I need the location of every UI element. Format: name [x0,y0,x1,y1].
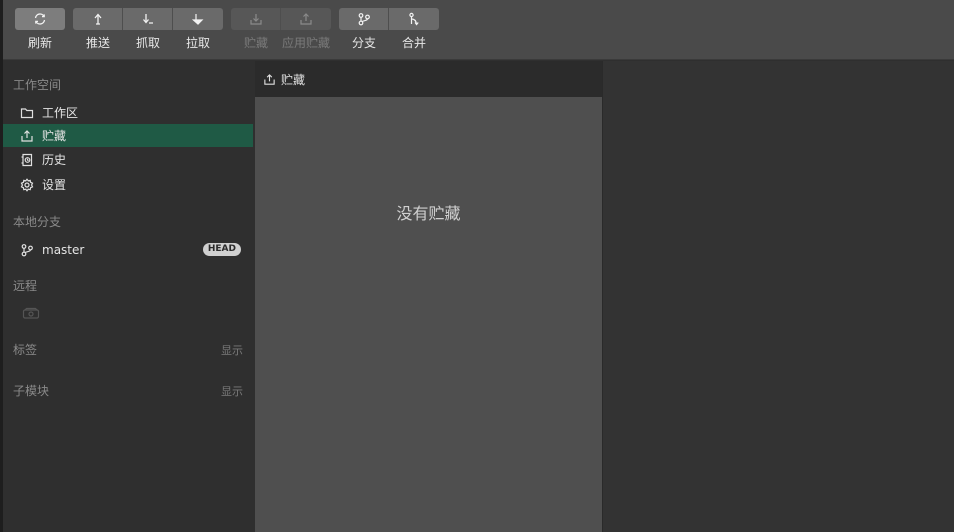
remote-icon [22,307,40,319]
gear-icon [20,177,34,192]
branch-icon [21,243,33,256]
push-button[interactable] [73,8,123,30]
fetch-button[interactable] [123,8,173,30]
stash-list[interactable]: 没有贮藏 [255,97,602,532]
stash-icon [249,14,262,25]
sidebar-item-label: 历史 [42,153,67,167]
toolbar-group-remote [73,8,223,30]
toolbar-group-refresh [15,8,65,30]
sidebar-item-label: 贮藏 [42,129,67,143]
sidebar: 工作空间 工作区 贮藏 历史 设置 本地分支 master HEAD 远程 标签… [3,61,255,532]
refresh-button[interactable] [15,8,65,30]
push-icon [94,13,101,25]
pull-button[interactable] [173,8,223,30]
submodules-show-button[interactable]: 显示 [221,383,243,399]
refresh-icon [34,13,46,25]
folder-icon [20,107,34,118]
sidebar-item-stash[interactable]: 贮藏 [3,124,253,147]
workspace-section-title: 工作空间 [13,78,62,92]
fetch-icon [142,14,153,24]
submodules-section-title: 子模块 [13,384,50,398]
merge-label: 合并 [401,36,426,50]
toolbar-group-branch [339,8,439,30]
branch-button[interactable] [339,8,389,30]
stash-list-title: 贮藏 [281,72,306,87]
remotes-section-title: 远程 [13,279,38,293]
stash-button[interactable] [231,8,281,30]
history-icon [21,153,33,166]
sidebar-item-settings[interactable]: 设置 [3,173,253,196]
empty-state-message: 没有贮藏 [396,204,461,223]
tags-section-title: 标签 [13,343,38,357]
tags-show-button[interactable]: 显示 [221,342,243,358]
stash-label: 贮藏 [243,36,268,50]
apply-stash-icon [300,13,312,25]
merge-button[interactable] [389,8,439,30]
sidebar-item-label: 工作区 [42,106,79,120]
branch-label: 分支 [351,36,376,50]
apply-stash-button[interactable] [281,8,331,30]
pull-icon [191,14,204,25]
stash-icon [264,73,275,85]
branch-icon [358,13,370,26]
pull-label: 拉取 [185,36,210,50]
head-badge: HEAD [202,243,241,256]
refresh-label: 刷新 [27,36,52,50]
sidebar-item-workspace[interactable]: 工作区 [3,101,253,124]
stash-icon [21,129,33,142]
toolbar: 刷新 推送 抓取 拉取 贮藏 应用贮藏 分支 合并 [3,0,954,60]
branch-item-master[interactable]: master HEAD [3,238,253,261]
branch-name: master [42,242,85,257]
local-branches-section-title: 本地分支 [13,215,62,229]
sidebar-item-label: 设置 [42,178,67,192]
apply-stash-label: 应用贮藏 [281,36,330,50]
toolbar-group-stash [231,8,331,30]
stash-list-header: 贮藏 [255,61,602,97]
fetch-label: 抓取 [135,36,160,50]
sidebar-item-history[interactable]: 历史 [3,148,253,171]
detail-pane [602,61,954,532]
push-label: 推送 [85,36,110,50]
merge-icon [409,12,419,26]
